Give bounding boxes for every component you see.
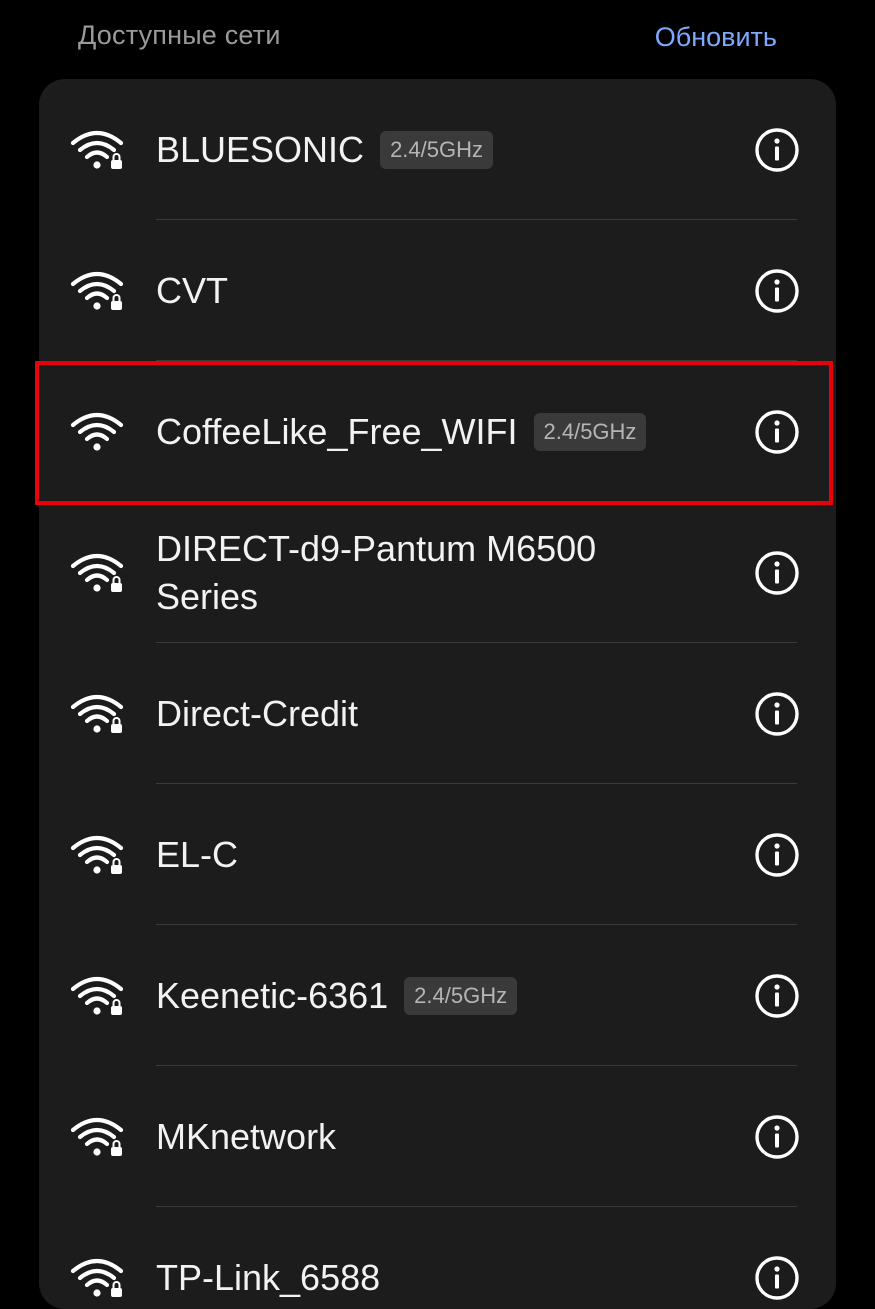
wifi-lock-icon: [69, 973, 125, 1019]
network-name-group: DIRECT-d9-Pantum M6500 Series: [156, 525, 716, 621]
band-badge: 2.4/5GHz: [380, 130, 493, 169]
wifi-lock-icon: [69, 127, 125, 173]
network-name-group: CVT: [156, 267, 716, 315]
network-name-group: Direct-Credit: [156, 690, 716, 738]
wifi-lock-icon: [69, 1114, 125, 1160]
network-row[interactable]: CVT: [39, 220, 836, 361]
network-name-group: MKnetwork: [156, 1113, 716, 1161]
section-header: Доступные сети Обновить: [0, 0, 875, 78]
info-icon[interactable]: [754, 1114, 800, 1160]
info-icon[interactable]: [754, 1255, 800, 1301]
network-name-group: BLUESONIC 2.4/5GHz: [156, 126, 716, 174]
network-name-group: Keenetic-6361 2.4/5GHz: [156, 972, 716, 1020]
refresh-button[interactable]: Обновить: [655, 22, 777, 53]
wifi-lock-icon: [69, 550, 125, 596]
available-networks-title: Доступные сети: [78, 20, 281, 50]
wifi-lock-icon: [69, 691, 125, 737]
network-name-group: CoffeeLike_Free_WIFI 2.4/5GHz: [156, 408, 716, 456]
network-row[interactable]: Direct-Credit: [39, 643, 836, 784]
info-icon[interactable]: [754, 550, 800, 596]
network-ssid: DIRECT-d9-Pantum M6500 Series: [156, 527, 597, 617]
network-ssid: CoffeeLike_Free_WIFI: [156, 410, 518, 452]
wifi-lock-icon: [69, 268, 125, 314]
info-icon[interactable]: [754, 409, 800, 455]
info-icon[interactable]: [754, 691, 800, 737]
network-ssid: MKnetwork: [156, 1115, 337, 1157]
network-name-group: TP-Link_6588: [156, 1254, 716, 1302]
network-ssid: TP-Link_6588: [156, 1256, 381, 1298]
network-name-group: EL-C: [156, 831, 716, 879]
network-row[interactable]: MKnetwork: [39, 1066, 836, 1207]
network-ssid: EL-C: [156, 833, 239, 875]
network-row[interactable]: Keenetic-6361 2.4/5GHz: [39, 925, 836, 1066]
network-ssid: BLUESONIC: [156, 128, 365, 170]
band-badge: 2.4/5GHz: [533, 412, 647, 451]
wifi-lock-icon: [69, 832, 125, 878]
network-row[interactable]: TP-Link_6588: [39, 1207, 836, 1309]
network-row[interactable]: DIRECT-d9-Pantum M6500 Series: [39, 502, 836, 643]
network-ssid: Direct-Credit: [156, 692, 359, 734]
info-icon[interactable]: [754, 973, 800, 1019]
network-ssid: Keenetic-6361: [156, 974, 389, 1016]
network-row[interactable]: EL-C: [39, 784, 836, 925]
band-badge: 2.4/5GHz: [404, 976, 518, 1015]
network-row[interactable]: BLUESONIC 2.4/5GHz: [39, 79, 836, 220]
wifi-icon: [69, 409, 125, 455]
network-row[interactable]: CoffeeLike_Free_WIFI 2.4/5GHz: [39, 361, 836, 502]
networks-list: BLUESONIC 2.4/5GHz CVT CoffeeLike_Free_WIFI…: [39, 79, 836, 1309]
network-ssid: CVT: [156, 269, 228, 311]
info-icon[interactable]: [754, 127, 800, 173]
info-icon[interactable]: [754, 832, 800, 878]
info-icon[interactable]: [754, 268, 800, 314]
wifi-lock-icon: [69, 1255, 125, 1301]
